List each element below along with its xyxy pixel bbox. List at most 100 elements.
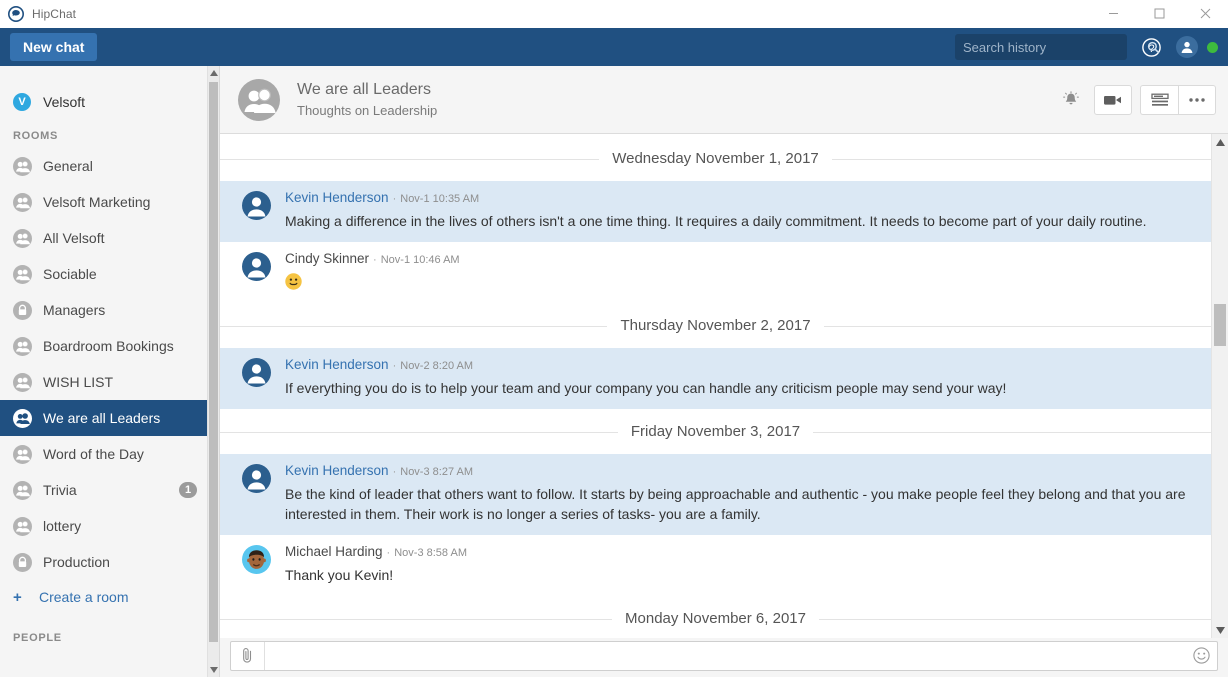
sidebar-item-label: All Velsoft [43,230,105,246]
date-divider-label: Thursday November 2, 2017 [607,317,824,334]
sidebar-scrollbar[interactable] [207,66,219,677]
user-avatar-icon[interactable] [242,358,271,387]
message-meta: Kevin Henderson · Nov-2 8:20 AM [285,357,1197,373]
sidebar-item-lottery[interactable]: lottery [0,508,207,544]
message-row: Kevin Henderson · Nov-1 10:35 AM Making a d… [220,181,1211,242]
cartoon-face-avatar-icon[interactable] [242,545,271,574]
message-text: Be the kind of leader that others want t… [285,486,1186,522]
sidebar-item-trivia[interactable]: Trivia 1 [0,472,207,508]
chat-header: We are all Leaders Thoughts on Leadershi… [220,66,1228,134]
search-input[interactable] [955,39,1147,55]
message-body: Kevin Henderson · Nov-3 8:27 AM Be the kind… [285,463,1197,524]
sidebar-item-boardroom-bookings[interactable]: Boardroom Bookings [0,328,207,364]
room-lock-icon [13,552,32,572]
message-scroll-thumb[interactable] [1214,304,1226,346]
room-people-icon [13,192,32,212]
user-avatar-icon[interactable] [242,464,271,493]
sidebar-item-word-of-the-day[interactable]: Word of the Day [0,436,207,472]
message-input[interactable] [265,642,1185,669]
message-scroll-down-arrow[interactable] [1212,622,1228,638]
new-chat-button[interactable]: New chat [10,33,98,61]
message-timestamp: Nov-3 8:27 AM [400,466,474,478]
message-meta: Cindy Skinner · Nov-1 10:46 AM [285,251,1197,267]
create-room-label: Create a room [39,589,129,605]
message-meta: Kevin Henderson · Nov-1 10:35 AM [285,190,1197,206]
room-people-icon [13,372,32,392]
sidebar-item-label: General [43,158,93,174]
paperclip-icon[interactable] [231,641,265,670]
sidebar-scroll-up-arrow[interactable] [208,66,219,80]
sidebar-item-label: We are all Leaders [43,410,161,426]
room-topic: Thoughts on Leadership [297,103,438,118]
room-people-icon [13,264,32,284]
sidebar-item-label: WISH LIST [43,374,114,390]
user-avatar-icon[interactable] [242,191,271,220]
sidebar-item-managers[interactable]: Managers [0,292,207,328]
sidebar-item-label: Sociable [43,266,97,282]
room-people-icon [13,444,32,464]
notification-bell-icon[interactable] [1056,85,1086,115]
sidebar-scroll-down-arrow[interactable] [208,663,219,677]
composer-input-wrapper[interactable] [230,640,1218,671]
smiley-icon[interactable] [1185,647,1217,664]
sidebar-item-velsoft-marketing[interactable]: Velsoft Marketing [0,184,207,220]
chat-panel: We are all Leaders Thoughts on Leadershi… [220,66,1228,677]
message-body: Cindy Skinner · Nov-1 10:46 AM [285,251,1197,292]
message-separator: · [373,254,377,266]
search-icon[interactable] [1147,41,1160,54]
message-author[interactable]: Michael Harding [285,544,383,559]
message-scrollbar[interactable] [1211,134,1228,638]
date-divider: Wednesday November 1, 2017 [220,136,1211,181]
message-scroll-up-arrow[interactable] [1212,134,1228,150]
message-body: Michael Harding · Nov-3 8:58 AM Thank you K… [285,544,1197,585]
room-people-icon [13,480,32,500]
message-text: Making a difference in the lives of othe… [285,213,1147,229]
hipchat-logo-icon [8,5,24,22]
message-scroll-area: Wednesday November 1, 2017 Kevin Henderso… [220,134,1211,638]
user-avatar-icon[interactable] [242,252,271,281]
message-author[interactable]: Kevin Henderson [285,357,389,372]
user-avatar-icon[interactable] [1176,36,1198,58]
date-divider: Thursday November 2, 2017 [220,303,1211,348]
main-body: V Velsoft ROOMS General Velsoft Marketing… [0,66,1228,677]
close-button[interactable] [1182,0,1228,28]
message-author[interactable]: Cindy Skinner [285,251,369,266]
message-separator: · [392,360,397,372]
message-body: Kevin Henderson · Nov-1 10:35 AM Making a d… [285,190,1197,231]
unread-count-badge: 1 [179,482,197,498]
summary-panel-icon[interactable] [1140,84,1178,115]
status-indicator-dot[interactable] [1207,41,1218,53]
sidebar-item-label: lottery [43,518,82,534]
maximize-button[interactable] [1136,0,1182,28]
minimize-button[interactable] [1090,0,1136,28]
more-options-icon[interactable] [1178,84,1216,115]
message-row: Kevin Henderson · Nov-2 8:20 AM If everythi… [220,348,1211,409]
sidebar-item-production[interactable]: Production [0,544,207,580]
message-row: Kevin Henderson · Nov-3 8:27 AM Be the kind… [220,454,1211,535]
team-item-velsoft[interactable]: V Velsoft [0,84,207,120]
top-nav-bar: New chat ? [0,28,1228,66]
room-avatar-icon [238,78,280,121]
sidebar-item-general[interactable]: General [0,148,207,184]
chat-header-text: We are all Leaders Thoughts on Leadershi… [297,81,1056,118]
sidebar-item-label: Velsoft Marketing [43,194,151,210]
video-camera-icon[interactable] [1094,84,1132,115]
slight-smile-emoji [285,272,1197,292]
sidebar-item-wish-list[interactable]: WISH LIST [0,364,207,400]
sidebar-item-we-are-all-leaders[interactable]: We are all Leaders [0,400,207,436]
sidebar-item-all-velsoft[interactable]: All Velsoft [0,220,207,256]
message-meta: Michael Harding · Nov-3 8:58 AM [285,544,1197,560]
message-meta: Kevin Henderson · Nov-3 8:27 AM [285,463,1197,479]
message-timestamp: Nov-2 8:20 AM [400,360,474,372]
search-history-box[interactable] [955,34,1160,60]
message-timestamp: Nov-1 10:46 AM [380,254,460,266]
message-author[interactable]: Kevin Henderson [285,463,389,478]
create-a-room-button[interactable]: + Create a room [0,580,207,614]
people-section-header: PEOPLE [13,632,62,644]
room-people-icon [13,336,32,356]
sidebar-scroll-area: V Velsoft ROOMS General Velsoft Marketing… [0,66,207,677]
plus-icon: + [13,588,22,606]
message-author[interactable]: Kevin Henderson [285,190,389,205]
sidebar-item-sociable[interactable]: Sociable [0,256,207,292]
sidebar-scroll-thumb[interactable] [209,82,218,642]
